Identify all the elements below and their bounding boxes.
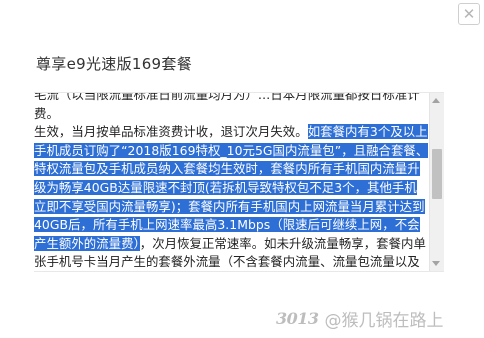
dialog-title: 尊享e9光速版169套餐 [36,55,193,73]
description-text: 生效，当月按单品标准资费计收，退订次月失效。 [34,124,308,140]
scroll-down-arrow-icon[interactable] [432,261,440,266]
close-button[interactable]: ✕ [458,3,480,25]
package-description-scroll[interactable]: 毛流（以当限流量标准日前流量均月为）…日本月限流量都按日标准计费。生效，当月按单… [34,92,444,272]
watermark-handle: @猴几锅在路上 [324,311,444,331]
selected-text[interactable]: 如套餐内有3个及以上手机成员订购了“2018版169特权_10元5G国内流量包”… [34,124,429,251]
package-dialog: ✕ 尊享e9光速版169套餐 毛流（以当限流量标准日前流量均月为）…日本月限流量… [0,0,484,338]
description-partial-line: 毛流（以当限流量标准日前流量均月为）…日本月限流量都按日标准计费。 [34,92,420,121]
package-description: 毛流（以当限流量标准日前流量均月为）…日本月限流量都按日标准计费。生效，当月按单… [34,92,429,271]
scrollbar-thumb[interactable] [432,149,442,199]
vertical-scrollbar[interactable] [429,93,444,271]
watermark-logo: 3013 [276,309,319,328]
watermark: 3013 @猴几锅在路上 [276,306,444,331]
scroll-up-arrow-icon[interactable] [432,98,440,103]
close-icon: ✕ [462,4,476,23]
